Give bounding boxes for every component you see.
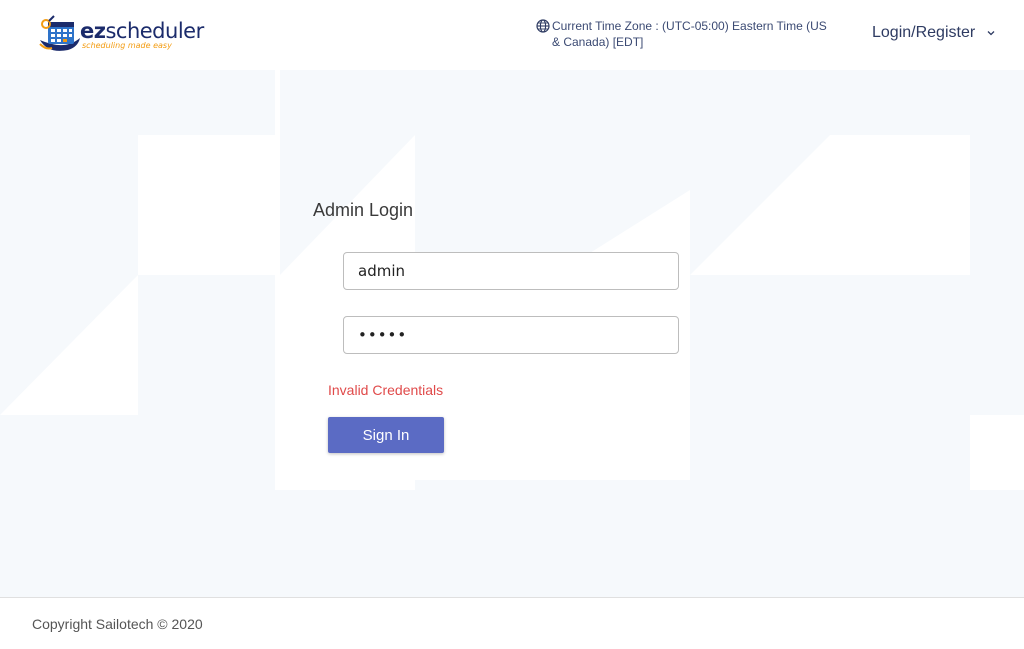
timezone-text: Current Time Zone : (UTC-05:00) Eastern … xyxy=(552,19,827,49)
chevron-down-icon xyxy=(987,30,995,36)
admin-login-title: Admin Login xyxy=(313,200,414,220)
login-register-menu[interactable]: Login/Register xyxy=(872,24,996,42)
username-input[interactable] xyxy=(343,252,679,290)
login-register-label: Login/Register xyxy=(872,24,976,41)
logo-brand-prefix: ez xyxy=(80,19,106,43)
password-input[interactable] xyxy=(343,316,679,354)
logo-wordmark: ezscheduler xyxy=(80,19,204,43)
logo-brand-suffix: scheduler xyxy=(105,19,204,43)
logo-tagline: scheduling made easy xyxy=(82,41,172,50)
invalid-credentials-error: Invalid Credentials xyxy=(328,382,444,398)
ezscheduler-logo[interactable]: ezscheduler scheduling made easy xyxy=(38,14,213,58)
sign-in-button[interactable]: Sign In xyxy=(328,417,444,453)
top-header: ezscheduler scheduling made easy Current… xyxy=(0,0,1024,70)
calendar-logo-icon xyxy=(39,15,80,51)
globe-icon xyxy=(536,19,550,33)
footer-divider xyxy=(0,597,1024,598)
footer-copyright: Copyright Sailotech © 2020 xyxy=(32,616,203,632)
